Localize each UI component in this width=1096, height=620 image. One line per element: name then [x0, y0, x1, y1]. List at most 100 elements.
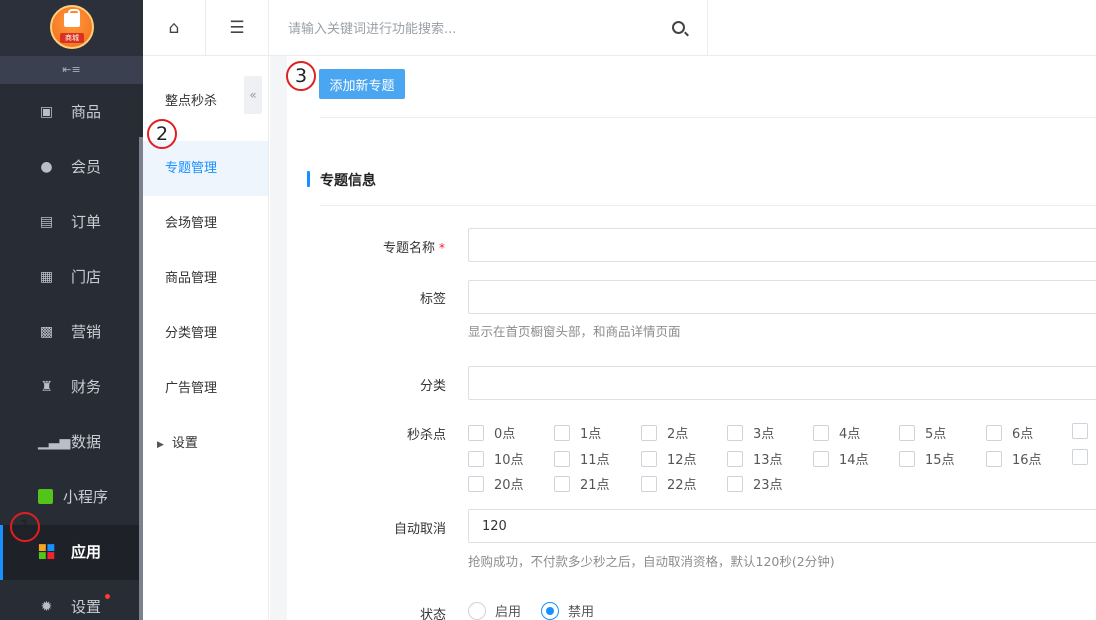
sidebar-item-finance[interactable]: ♜ 财务: [0, 360, 139, 415]
subnav-item-settings[interactable]: ▶ 设置: [143, 416, 268, 471]
subnav-item-topic-management[interactable]: 专题管理: [143, 141, 268, 196]
checkbox-box: [468, 475, 484, 492]
subnav-item-venue-management[interactable]: 会场管理: [143, 196, 268, 251]
seckill-hour-checkbox[interactable]: 10点: [468, 449, 524, 468]
seckill-hour-checkbox[interactable]: 11点: [554, 449, 610, 468]
sidebar-item-order[interactable]: ▤ 订单: [0, 195, 139, 250]
seckill-hour-checkbox[interactable]: 21点: [554, 474, 610, 493]
home-button[interactable]: ⌂: [143, 0, 206, 56]
checkbox-label: 4点: [839, 427, 861, 442]
checkbox-label: 5点: [925, 427, 947, 442]
seckill-hour-checkbox[interactable]: 0点: [468, 423, 515, 442]
mini-program-icon: [37, 489, 54, 506]
sidebar-item-label: 数据: [71, 433, 102, 451]
checkbox-label: 1点: [580, 427, 602, 442]
sidebar-item-goods[interactable]: ▣ 商品: [0, 85, 139, 140]
seckill-hour-checkbox[interactable]: 6点: [986, 423, 1033, 442]
topic-name-input[interactable]: [468, 228, 1096, 262]
tag-input[interactable]: [468, 280, 1096, 314]
add-topic-button[interactable]: 添加新专题: [319, 69, 405, 99]
sidebar-item-store[interactable]: ▦ 门店: [0, 250, 139, 305]
search-icon[interactable]: [672, 21, 685, 34]
chart-icon: ▁▃▅: [38, 434, 71, 450]
checkbox-label: 20点: [494, 478, 524, 493]
hamburger-icon: ☰: [229, 18, 245, 38]
sidebar-item-label: 订单: [71, 213, 102, 231]
checkbox-label: 14点: [839, 453, 869, 468]
checkbox-box: [641, 424, 657, 441]
checkbox-box: [899, 450, 915, 467]
status-enable-radio[interactable]: 启用: [468, 601, 521, 620]
menu-toggle-button[interactable]: ☰: [206, 0, 269, 56]
sidebar-item-member[interactable]: ● 会员: [0, 140, 139, 195]
sidebar-item-label: 财务: [71, 378, 102, 396]
subnav-collapse-button[interactable]: «: [244, 76, 262, 114]
seckill-hour-checkbox[interactable]: 12点: [641, 449, 697, 468]
checkbox-label: 15点: [925, 453, 955, 468]
seckill-hour-checkbox[interactable]: 2点: [641, 423, 688, 442]
checkbox-label: 3点: [753, 427, 775, 442]
seckill-hours-label: 秒杀点: [406, 428, 446, 443]
checkbox-label: 6点: [1012, 427, 1034, 442]
checkbox-box: [468, 450, 484, 467]
content-gutter: [270, 56, 287, 620]
checkbox-label: 13点: [753, 453, 783, 468]
checkbox-label: 11点: [580, 453, 610, 468]
seckill-hour-checkbox-partial[interactable]: [1072, 449, 1096, 465]
seckill-hour-checkbox[interactable]: 5点: [899, 423, 946, 442]
shop-logo[interactable]: 商城: [50, 5, 94, 49]
status-disable-radio[interactable]: 禁用: [541, 601, 594, 620]
collapse-menu-icon: ⇤≡: [62, 63, 81, 76]
subnav-item-label: 分类管理: [165, 326, 218, 341]
logo-badge: 商城: [60, 33, 84, 43]
apps-icon: ■■ ■■: [38, 543, 56, 561]
seckill-hour-checkbox[interactable]: 16点: [986, 449, 1042, 468]
sidebar-item-label: 营销: [71, 323, 102, 341]
checkbox-box: [641, 450, 657, 467]
seckill-hour-checkbox[interactable]: 22点: [641, 474, 697, 493]
checkbox-box: [899, 424, 915, 441]
checkbox-box: [986, 450, 1002, 467]
seckill-hour-checkbox[interactable]: 23点: [727, 474, 783, 493]
seckill-hour-checkbox[interactable]: 3点: [727, 423, 774, 442]
seckill-hour-checkbox[interactable]: 15点: [899, 449, 955, 468]
seckill-hour-checkbox[interactable]: 4点: [813, 423, 860, 442]
divider: [320, 205, 1096, 206]
seckill-hour-checkbox[interactable]: 14点: [813, 449, 869, 468]
seckill-hour-checkbox-partial[interactable]: [1072, 423, 1096, 439]
subnav-item-goods-management[interactable]: 商品管理: [143, 251, 268, 306]
seckill-hour-checkbox[interactable]: 13点: [727, 449, 783, 468]
sidebar-item-label: 小程序: [63, 488, 109, 506]
category-label: 分类: [419, 379, 446, 394]
topic-name-label-text: 专题名称: [382, 241, 435, 256]
notification-dot: [105, 594, 110, 599]
subnav-item-category-management[interactable]: 分类管理: [143, 306, 268, 361]
sidebar-item-marketing[interactable]: ▩ 营销: [0, 305, 139, 360]
order-icon: ▤: [39, 214, 54, 230]
annotation-marker-1: 1: [10, 512, 40, 542]
sidebar-item-label: 商品: [71, 103, 102, 121]
sidebar-item-data[interactable]: ▁▃▅ 数据: [0, 415, 139, 470]
checkbox-box: [727, 450, 743, 467]
auto-cancel-input[interactable]: [468, 509, 1096, 543]
sidebar-collapse-button[interactable]: ⇤≡: [0, 56, 143, 84]
sidebar-item-settings[interactable]: ✹ 设置: [0, 580, 139, 620]
annotation-marker-2: 2: [147, 119, 177, 149]
seckill-hour-checkbox[interactable]: 20点: [468, 474, 524, 493]
category-input[interactable]: [468, 366, 1096, 400]
subnav-item-ad-management[interactable]: 广告管理: [143, 361, 268, 416]
shopping-bag-icon: [64, 9, 80, 27]
double-chevron-left-icon: «: [249, 88, 257, 102]
topic-name-label: 专题名称 *: [345, 237, 445, 256]
subnav-item-label: 设置: [171, 436, 198, 451]
gift-icon: ▩: [39, 324, 54, 340]
checkbox-label: 21点: [580, 478, 610, 493]
seckill-hour-checkbox[interactable]: 1点: [554, 423, 601, 442]
checkbox-box: [727, 475, 743, 492]
search-input[interactable]: [288, 18, 668, 40]
annotation-marker-3: 3: [286, 61, 316, 91]
money-bag-icon: ♜: [40, 379, 53, 395]
checkbox-box: [813, 424, 829, 441]
logo-area: 商城: [0, 0, 143, 56]
checkbox-box: [554, 475, 570, 492]
